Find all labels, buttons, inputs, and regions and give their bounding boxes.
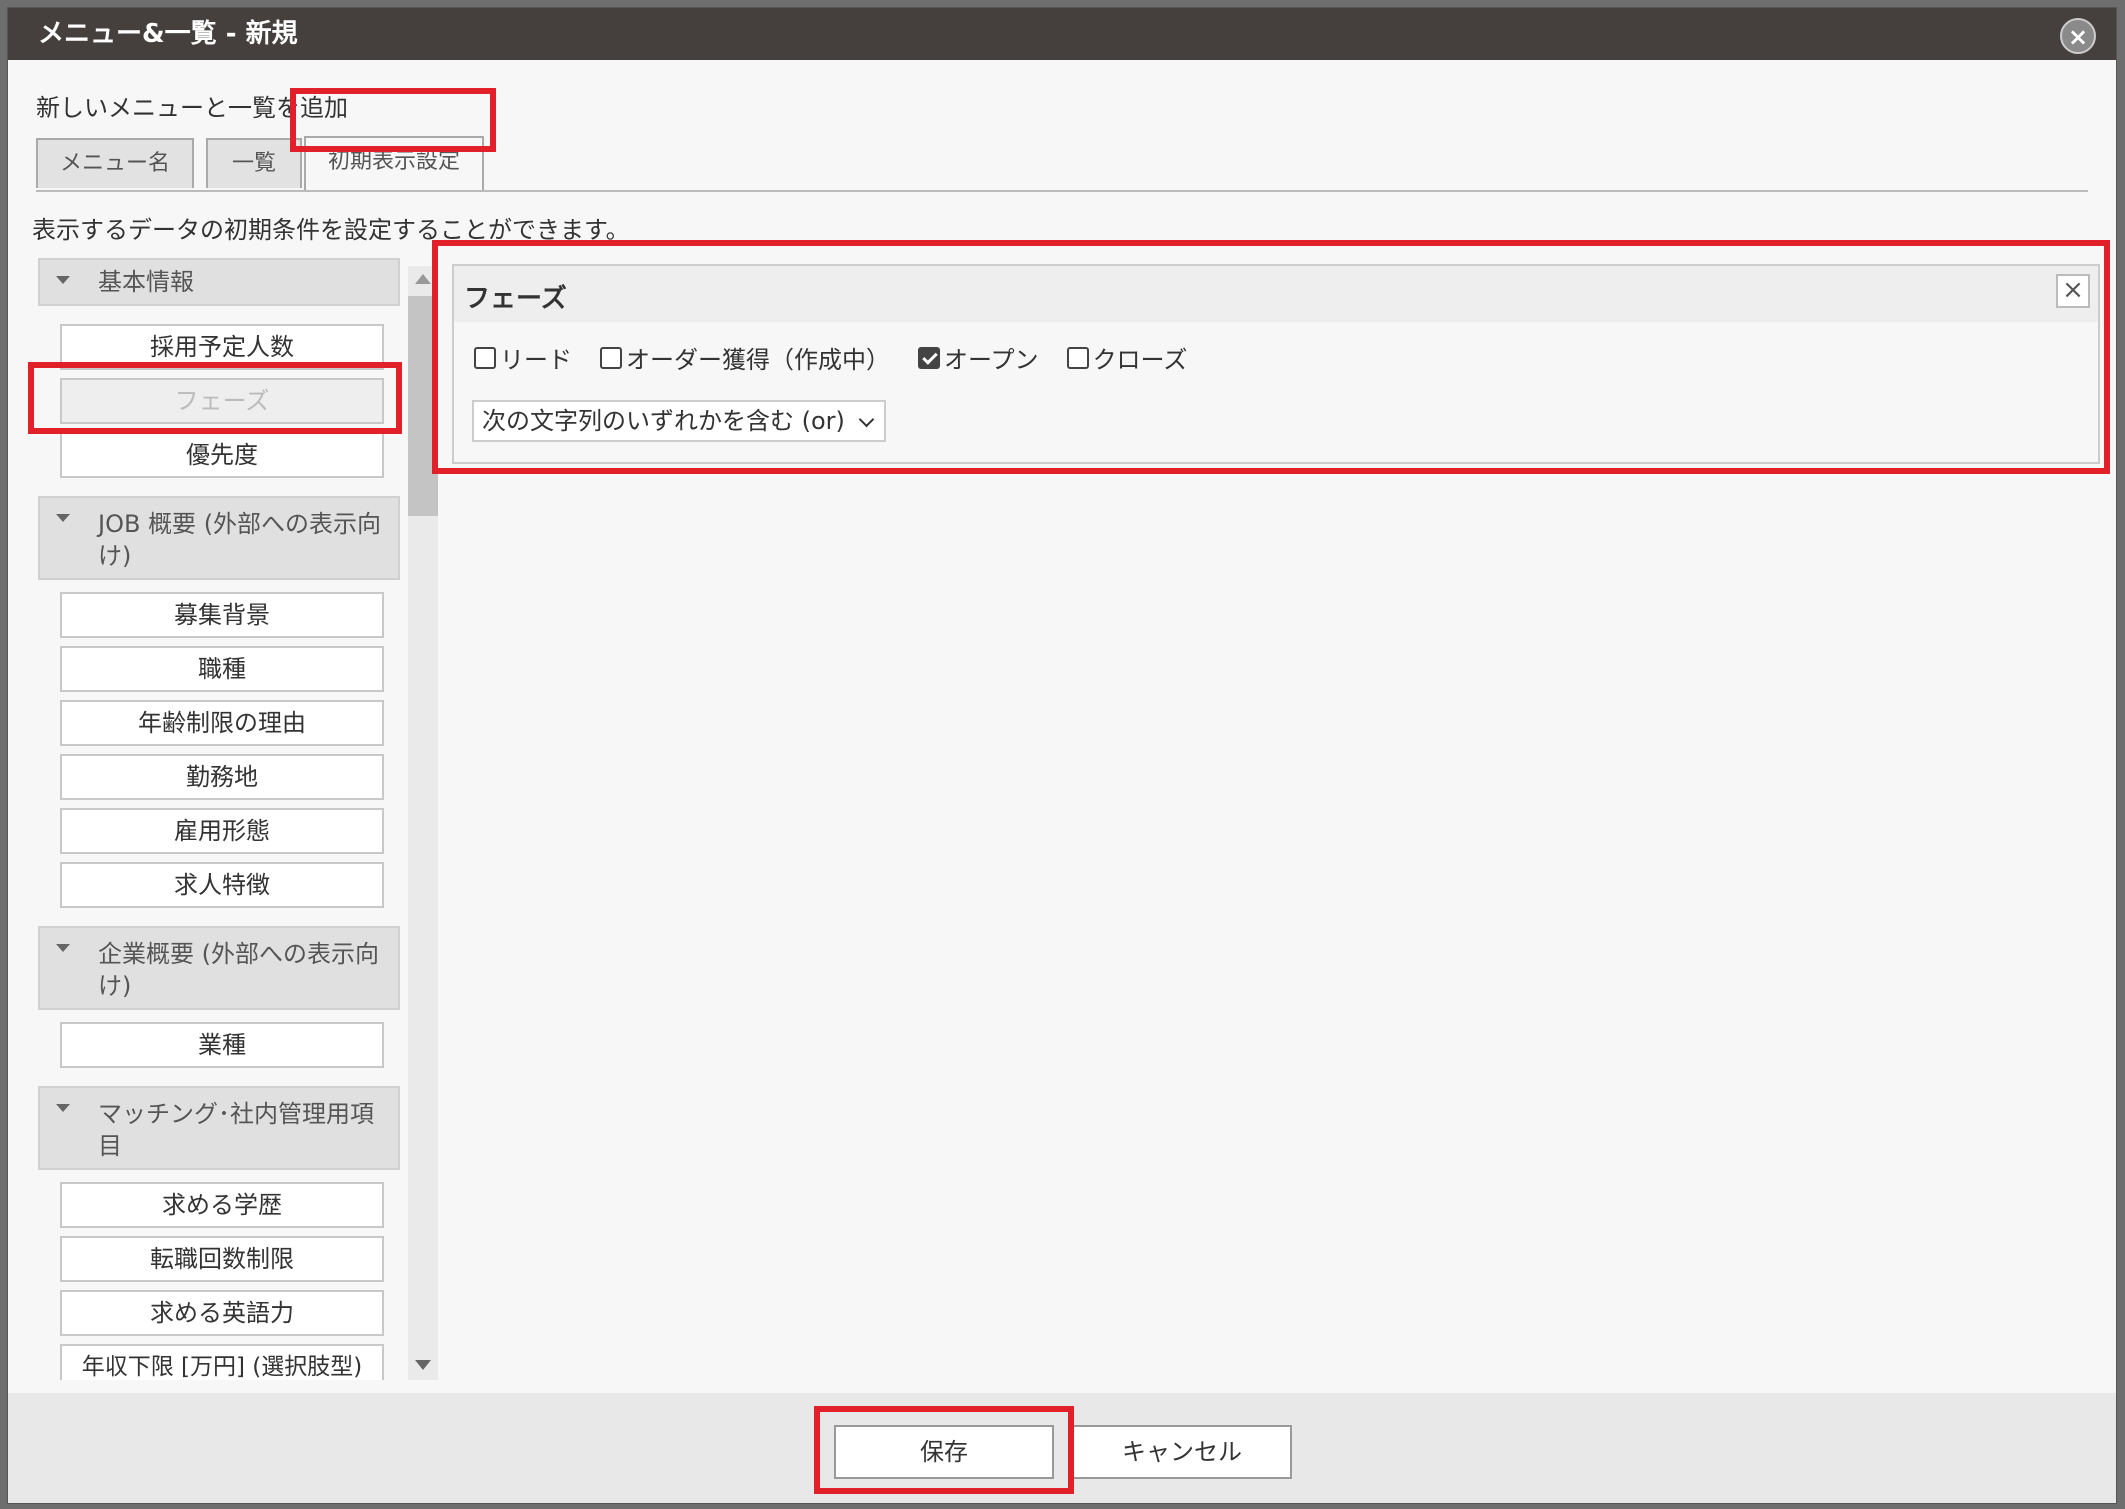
dialog-footer: 保存 キャンセル: [8, 1393, 2116, 1503]
section-title: マッチング･社内管理用項目: [98, 1100, 374, 1160]
checkbox-checked[interactable]: [918, 346, 940, 369]
field-item[interactable]: 年齢制限の理由: [60, 700, 384, 746]
field-item[interactable]: 雇用形態: [60, 808, 384, 854]
option-order-acquired[interactable]: オーダー獲得（作成中）: [600, 340, 890, 375]
sidebar-scrollbar[interactable]: [408, 266, 438, 1380]
field-item[interactable]: 年収下限 [万円] (選択肢型): [60, 1344, 384, 1380]
option-label: オープン: [944, 346, 1039, 374]
description: 表示するデータの初期条件を設定することができます。: [32, 216, 630, 244]
option-closed[interactable]: クローズ: [1066, 340, 1188, 375]
section-title: 基本情報: [98, 268, 194, 296]
option-label: リード: [500, 346, 572, 374]
tab-bar: メニュー名 一覧 初期表示設定: [36, 136, 2088, 192]
field-item-phase: フェーズ: [60, 378, 384, 424]
phase-options: リード オーダー獲得（作成中） オープン クローズ: [474, 340, 1187, 375]
remove-filter-icon[interactable]: ×: [2056, 274, 2090, 308]
filter-header: フェーズ ×: [454, 266, 2098, 322]
section-job-overview[interactable]: JOB 概要 (外部への表示向け): [38, 496, 400, 580]
field-item[interactable]: 勤務地: [60, 754, 384, 800]
tab-list[interactable]: 一覧: [206, 138, 302, 188]
tab-menu-name[interactable]: メニュー名: [36, 138, 194, 188]
checkbox[interactable]: [600, 346, 622, 369]
field-item[interactable]: 採用予定人数: [60, 324, 384, 370]
checkbox[interactable]: [474, 346, 496, 369]
chevron-down-icon: [858, 411, 875, 428]
option-open[interactable]: オープン: [918, 340, 1039, 375]
dialog-subtitle: 新しいメニューと一覧を追加: [36, 94, 348, 122]
field-item[interactable]: 業種: [60, 1022, 384, 1068]
cancel-button[interactable]: キャンセル: [1072, 1425, 1292, 1479]
scroll-down-icon[interactable]: [415, 1360, 431, 1370]
field-item[interactable]: 職種: [60, 646, 384, 692]
match-mode-value: 次の文字列のいずれかを含む (or): [482, 407, 845, 435]
caret-down-icon: [56, 1104, 70, 1112]
tab-initial-display[interactable]: 初期表示設定: [304, 136, 484, 190]
field-item[interactable]: 優先度: [60, 432, 384, 478]
field-item[interactable]: 募集背景: [60, 592, 384, 638]
scroll-up-icon[interactable]: [415, 274, 431, 284]
section-company-overview[interactable]: 企業概要 (外部への表示向け): [38, 926, 400, 1010]
field-item[interactable]: 求人特徴: [60, 862, 384, 908]
filter-title: フェーズ: [464, 284, 567, 314]
save-button[interactable]: 保存: [834, 1425, 1054, 1479]
field-item[interactable]: 転職回数制限: [60, 1236, 384, 1282]
section-basic-info[interactable]: 基本情報: [38, 258, 400, 306]
scroll-thumb[interactable]: [408, 296, 438, 516]
checkbox[interactable]: [1066, 346, 1089, 369]
match-mode-select[interactable]: 次の文字列のいずれかを含む (or): [472, 400, 886, 442]
section-matching[interactable]: マッチング･社内管理用項目: [38, 1086, 400, 1170]
dialog-titlebar: メニュー&一覧 - 新規 ×: [8, 8, 2116, 60]
option-lead[interactable]: リード: [474, 340, 572, 375]
filter-panel-phase: フェーズ × リード オーダー獲得（作成中） オープン クローズ 次の文字列のい…: [452, 264, 2100, 464]
section-title: 企業概要 (外部への表示向け): [98, 940, 379, 1000]
dialog-title: メニュー&一覧 - 新規: [38, 19, 298, 49]
field-list: 基本情報 採用予定人数 フェーズ 優先度 JOB 概要 (外部への表示向け) 募…: [32, 258, 406, 1380]
option-label: クローズ: [1092, 346, 1188, 374]
field-item[interactable]: 求める学歴: [60, 1182, 384, 1228]
caret-down-icon: [56, 514, 70, 522]
close-icon[interactable]: ×: [2060, 18, 2096, 54]
dialog: メニュー&一覧 - 新規 × 新しいメニューと一覧を追加 メニュー名 一覧 初期…: [7, 7, 2117, 1504]
caret-down-icon: [56, 944, 70, 952]
section-title: JOB 概要 (外部への表示向け): [98, 510, 382, 570]
field-item[interactable]: 求める英語力: [60, 1290, 384, 1336]
option-label: オーダー獲得（作成中）: [626, 346, 890, 374]
caret-down-icon: [56, 276, 70, 284]
